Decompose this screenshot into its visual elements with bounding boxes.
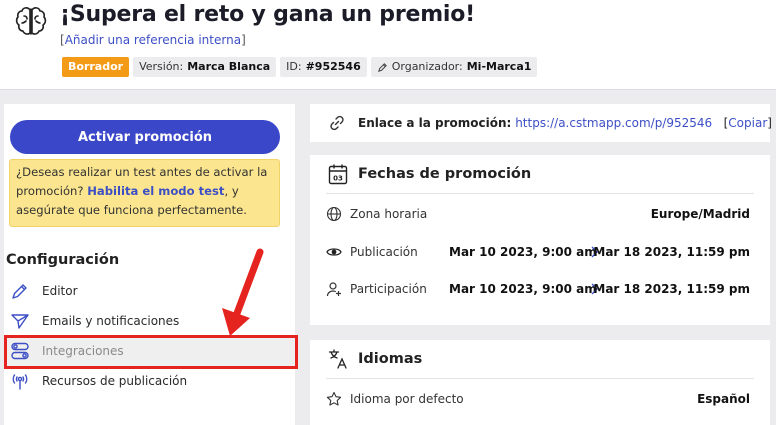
menu-item-publishing-resources[interactable]: Recursos de publicación <box>4 366 295 396</box>
calendar-icon: 03 <box>328 164 348 185</box>
default-language-row: Idioma por defecto Español <box>326 389 750 409</box>
status-badges: Borrador Versión: Marca Blanca ID: #9525… <box>62 57 538 77</box>
paper-plane-icon <box>11 314 29 329</box>
timezone-value: Europe/Madrid <box>650 207 750 221</box>
pencil-icon <box>12 284 27 299</box>
add-internal-reference-link[interactable]: Añadir una referencia interna <box>65 33 241 47</box>
id-badge: ID: #952546 <box>280 57 367 77</box>
version-badge: Versión: Marca Blanca <box>133 57 277 77</box>
configuration-title: Configuración <box>6 252 120 268</box>
timezone-row: Zona horaria Europe/Madrid <box>326 204 750 224</box>
organizer-value: Mi-Marca1 <box>466 60 532 73</box>
promotion-link-card: Enlace a la promoción: https://a.cstmapp… <box>310 104 772 142</box>
status-badge: Borrador <box>62 57 130 77</box>
publication-start: Mar 10 2023, 9:00 am <box>449 245 597 259</box>
version-value: Marca Blanca <box>187 60 271 73</box>
copy-link-button[interactable]: Copiar <box>728 116 767 130</box>
annotation-arrow-icon <box>222 248 264 336</box>
promotion-dates-card: 03 Fechas de promoción Zona horaria Euro… <box>310 155 770 325</box>
user-add-icon <box>326 282 341 297</box>
ref-bracket-close: ] <box>241 33 246 47</box>
divider <box>326 378 754 379</box>
copy-bracket-close: ] <box>767 116 772 130</box>
default-language-label: Idioma por defecto <box>350 392 464 406</box>
menu-item-label: Editor <box>42 284 78 298</box>
calendar-day: 03 <box>333 175 343 183</box>
page-header: ¡Supera el reto y gana un premio! [Añadi… <box>0 0 776 90</box>
activate-promotion-button[interactable]: Activar promoción <box>10 120 280 154</box>
participation-start: Mar 10 2023, 9:00 am <box>449 282 597 296</box>
languages-card-title: Idiomas <box>358 351 423 367</box>
promotion-link-row: Enlace a la promoción: https://a.cstmapp… <box>328 114 772 132</box>
publication-end: Mar 18 2023, 11:59 pm <box>593 245 750 259</box>
promotion-link-label: Enlace a la promoción: <box>358 116 512 130</box>
dates-card-header: 03 Fechas de promoción <box>328 163 531 185</box>
link-icon <box>330 115 344 131</box>
default-language-value: Español <box>697 392 750 406</box>
eye-icon <box>326 248 342 256</box>
id-label: ID: <box>286 60 302 73</box>
version-label: Versión: <box>139 60 184 73</box>
languages-card-header: Idiomas <box>328 348 422 370</box>
dates-card-title: Fechas de promoción <box>358 166 532 182</box>
languages-card: Idiomas Idioma por defecto Español <box>310 340 770 425</box>
enable-test-mode-link[interactable]: Habilita el modo test <box>87 184 224 198</box>
participation-row: Participación Mar 10 2023, 9:00 am Mar 1… <box>326 279 750 299</box>
id-value: #952546 <box>305 60 361 73</box>
page-title: ¡Supera el reto y gana un premio! <box>60 2 476 27</box>
globe-icon <box>326 206 342 222</box>
translate-icon <box>328 349 347 369</box>
publication-row: Publicación Mar 10 2023, 9:00 am Mar 18 … <box>326 242 750 262</box>
organizer-label: Organizador: <box>391 60 463 73</box>
organizer-badge: Organizador: Mi-Marca1 <box>370 57 538 77</box>
test-mode-notice: ¿Deseas realizar un test antes de activa… <box>9 159 280 227</box>
pencil-icon <box>377 62 387 72</box>
menu-item-label: Recursos de publicación <box>42 374 188 388</box>
timezone-label: Zona horaria <box>350 207 428 221</box>
star-icon <box>326 391 342 406</box>
brain-icon <box>15 7 47 35</box>
broadcast-icon <box>12 374 28 390</box>
internal-reference: [Añadir una referencia interna] <box>60 33 246 47</box>
divider <box>326 193 754 194</box>
menu-item-label: Emails y notificaciones <box>42 314 180 328</box>
participation-end: Mar 18 2023, 11:59 pm <box>593 282 750 296</box>
promotion-url-link[interactable]: https://a.cstmapp.com/p/952546 <box>515 116 712 130</box>
